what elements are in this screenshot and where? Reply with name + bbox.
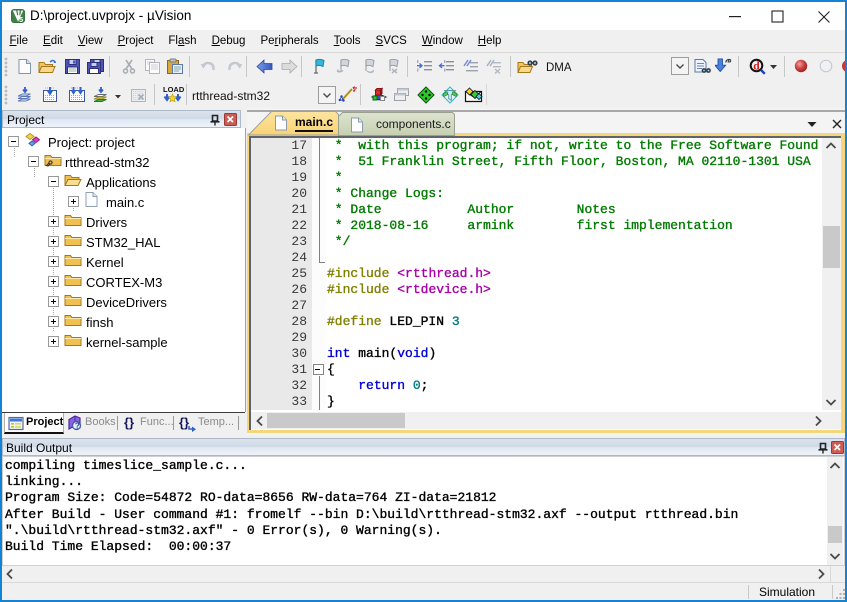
svg-text:?: ? [75, 421, 80, 431]
svg-text:d: d [753, 61, 760, 73]
svg-text:LOAD: LOAD [163, 85, 185, 94]
svg-text:5: 5 [19, 15, 23, 23]
